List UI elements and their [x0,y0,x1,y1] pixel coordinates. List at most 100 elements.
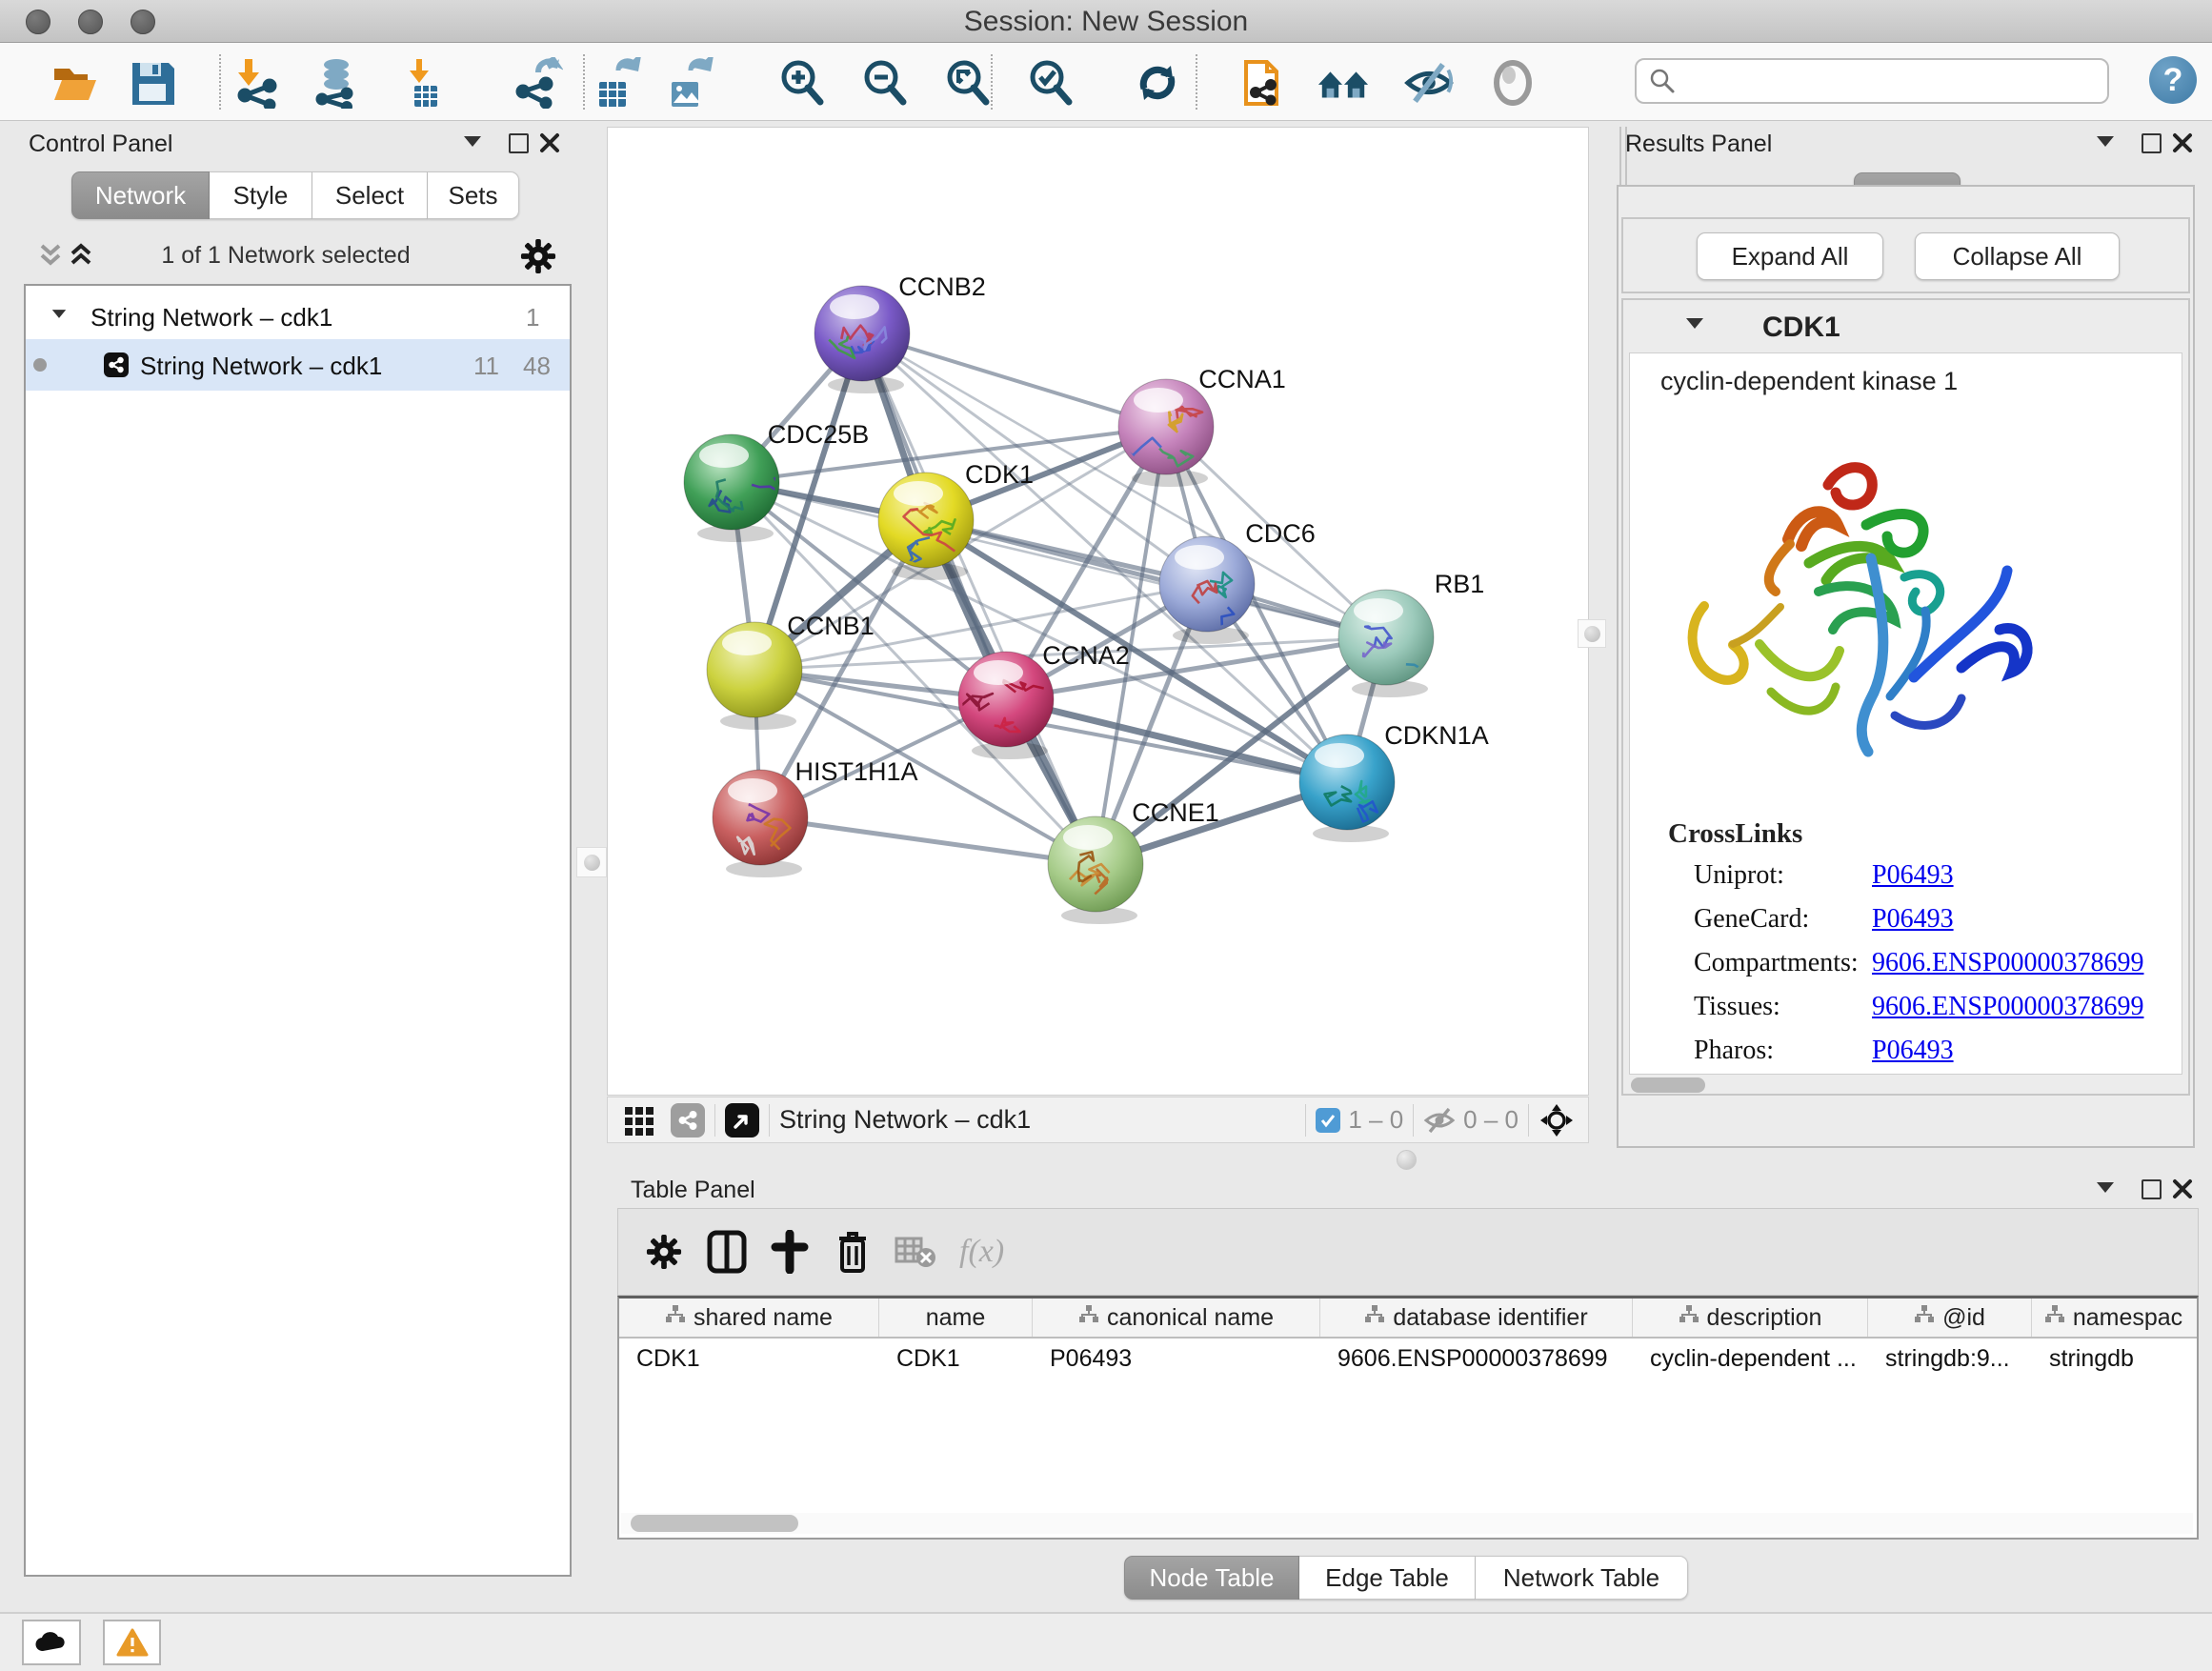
network-share-view-icon[interactable] [671,1103,705,1137]
tab-node-table[interactable]: Node Table [1124,1556,1299,1600]
table-panel-menu-icon[interactable] [2097,1182,2114,1193]
tab-edge-table[interactable]: Edge Table [1299,1556,1476,1600]
show-columns-icon[interactable] [702,1227,752,1277]
network-node-ccna2[interactable]: CCNA2 [958,641,1130,759]
collapse-all-icon[interactable] [34,240,67,271]
tab-network[interactable]: Network [71,171,210,219]
expand-all-button[interactable]: Expand All [1697,232,1883,280]
network-collection-row[interactable]: String Network – cdk1 1 [26,293,570,339]
refresh-icon[interactable] [1131,56,1184,110]
node-label: CCNA2 [1042,641,1130,670]
zoom-fit-icon[interactable] [941,56,995,110]
crosslink-uniprot-link[interactable]: P06493 [1872,860,1954,891]
export-table-icon[interactable] [589,56,642,110]
help-button[interactable]: ? [2149,56,2197,104]
network-node-cdkn1a[interactable]: CDKN1A [1299,721,1489,842]
cell-name[interactable]: CDK1 [879,1345,1033,1373]
network-canvas[interactable]: CCNB2CCNA1CDC25BCDK1CDC6RB1CCNB1CCNA2CDK… [607,127,1589,1096]
gene-card-collapse-icon[interactable] [1686,318,1703,329]
horizontal-splitter-handle[interactable] [1397,1150,1417,1170]
open-session-icon[interactable] [50,56,103,110]
zoom-out-icon[interactable] [858,56,912,110]
network-graph[interactable]: CCNB2CCNA1CDC25BCDK1CDC6RB1CCNB1CCNA2CDK… [608,128,1588,1095]
crosslink-tissues-link[interactable]: 9606.ENSP00000378699 [1872,992,2143,1022]
app-window: Session: New Session [0,0,2212,1671]
column-header[interactable]: shared name [619,1299,879,1337]
import-table-icon[interactable] [398,56,452,110]
import-from-database-icon[interactable] [310,56,363,110]
show-view-icon[interactable] [1486,56,1539,110]
zoom-selected-icon[interactable] [1024,56,1077,110]
crosslink-genecard-link[interactable]: P06493 [1872,904,1954,935]
clear-table-icon[interactable] [891,1227,940,1277]
column-header[interactable]: @id [1868,1299,2032,1337]
cell-description[interactable]: cyclin-dependent ... [1633,1345,1868,1373]
crosslink-compartments-link[interactable]: 9606.ENSP00000378699 [1872,948,2143,978]
pan-crosshair-icon[interactable] [1538,1102,1575,1138]
network-edge[interactable] [760,817,1096,864]
string-home-icon[interactable] [1317,56,1370,110]
function-builder-icon[interactable]: f(x) [959,1234,1004,1270]
cloud-button[interactable] [22,1620,81,1665]
export-image-icon[interactable] [661,56,714,110]
zoom-in-icon[interactable] [775,56,829,110]
collapse-all-button[interactable]: Collapse All [1915,232,2120,280]
network-node-ccnb1[interactable]: CCNB1 [707,612,875,730]
network-node-hist1h1a[interactable]: HIST1H1A [713,757,918,877]
search-box[interactable] [1635,58,2109,104]
node-label: HIST1H1A [794,757,917,786]
tab-style[interactable]: Style [210,171,312,219]
column-header[interactable]: database identifier [1320,1299,1633,1337]
delete-column-icon[interactable] [828,1227,877,1277]
cell-canonical-name[interactable]: P06493 [1033,1345,1320,1373]
tree-expand-icon[interactable] [52,310,66,318]
column-header[interactable]: name [879,1299,1033,1337]
selected-nodes-checkbox[interactable] [1316,1108,1340,1133]
control-panel-menu-icon[interactable] [464,136,481,147]
cell-database-identifier[interactable]: 9606.ENSP00000378699 [1320,1345,1633,1373]
network-node-cdc25b[interactable]: CDC25B [684,420,869,542]
network-node-rb1[interactable]: RB1 [1338,570,1484,697]
control-panel-float-icon[interactable] [509,133,529,153]
network-node-ccnb2[interactable]: CCNB2 [814,272,986,393]
column-header[interactable]: canonical name [1033,1299,1320,1337]
table-row[interactable]: CDK1 CDK1 P06493 9606.ENSP00000378699 cy… [619,1339,2197,1379]
left-splitter-handle[interactable] [576,847,607,877]
cell-id[interactable]: stringdb:9... [1868,1345,2032,1373]
network-node-count: 11 [473,352,499,381]
tab-network-table[interactable]: Network Table [1476,1556,1688,1600]
expand-all-icon[interactable] [65,240,97,271]
save-session-icon[interactable] [126,56,179,110]
crosslink-pharos-link[interactable]: P06493 [1872,1036,1954,1066]
network-options-gear-icon[interactable] [520,238,556,279]
column-header[interactable]: description [1633,1299,1868,1337]
birdseye-view-icon[interactable] [725,1103,759,1137]
control-panel-close-icon[interactable] [539,132,560,153]
export-network-icon[interactable] [511,56,564,110]
results-panel-menu-icon[interactable] [2097,136,2114,147]
warning-button[interactable] [103,1620,161,1665]
cell-shared-name[interactable]: CDK1 [619,1345,879,1373]
cell-namespace[interactable]: stringdb [2032,1345,2195,1373]
network-edge[interactable] [926,520,1386,637]
import-network-icon[interactable] [231,56,284,110]
control-panel-title: Control Panel [29,131,172,158]
table-hscrollbar-thumb[interactable] [631,1515,798,1532]
results-panel-close-icon[interactable] [2172,132,2193,153]
tab-select[interactable]: Select [312,171,428,219]
results-panel-float-icon[interactable] [2142,133,2162,153]
add-column-icon[interactable] [765,1227,814,1277]
table-panel-close-icon[interactable] [2172,1178,2193,1199]
network-row-selected[interactable]: String Network – cdk1 11 48 [26,339,570,391]
column-header[interactable]: namespac [2032,1299,2195,1337]
hide-selected-icon[interactable] [1402,56,1456,110]
share-document-icon[interactable] [1237,56,1290,110]
right-splitter-handle[interactable] [1578,619,1606,648]
table-panel-float-icon[interactable] [2142,1179,2162,1199]
table-hscrollbar[interactable] [621,1513,2193,1534]
table-settings-gear-icon[interactable] [639,1227,689,1277]
grid-view-icon[interactable] [623,1103,657,1137]
tab-sets[interactable]: Sets [428,171,519,219]
results-hscrollbar-thumb[interactable] [1631,1077,1705,1093]
search-input[interactable] [1677,66,2081,97]
